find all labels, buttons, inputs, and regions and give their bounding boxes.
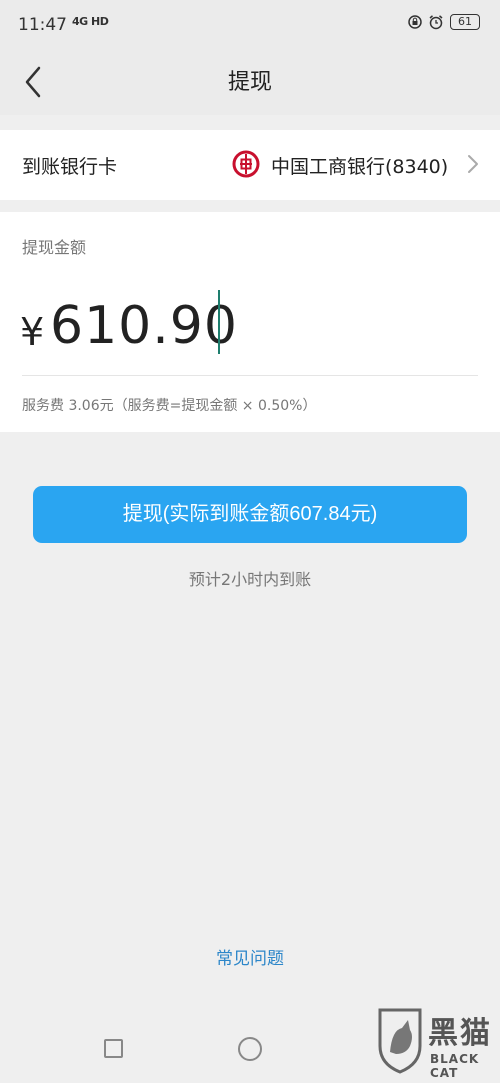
amount-input[interactable]: 610.90 xyxy=(50,296,238,356)
bank-name: 中国工商银行(8340) xyxy=(271,156,449,178)
divider xyxy=(22,375,478,376)
alarm-icon xyxy=(429,15,443,30)
network-indicator: 4G HD xyxy=(72,15,109,28)
icbc-logo-icon xyxy=(232,150,260,178)
title-bar: 提现 xyxy=(0,50,500,115)
page-title: 提现 xyxy=(227,70,272,95)
status-bar: 11:47 4G HD 61 xyxy=(0,0,500,50)
bank-card-selector[interactable]: 到账银行卡 中国工商银行(8340) xyxy=(0,130,500,200)
withdraw-button[interactable]: 提现(实际到账金额607.84元) xyxy=(33,486,467,543)
text-cursor xyxy=(218,290,220,354)
status-icons: 61 xyxy=(408,14,480,30)
faq-link[interactable]: 常见问题 xyxy=(0,944,500,969)
watermark-title: 黑猫 xyxy=(428,1016,492,1051)
bank-card-label: 到账银行卡 xyxy=(22,156,118,178)
cat-logo-icon xyxy=(378,1008,422,1074)
watermark: 黑猫 BLACK CAT xyxy=(372,1000,500,1083)
lock-icon xyxy=(408,15,422,29)
amount-label: 提现金额 xyxy=(22,238,87,257)
watermark-subtitle: BLACK CAT xyxy=(430,1052,480,1080)
recent-apps-button[interactable] xyxy=(104,1039,123,1058)
chevron-right-icon xyxy=(468,155,478,173)
service-fee-text: 服务费 3.06元（服务费=提现金额 × 0.50%） xyxy=(22,398,317,414)
status-time: 11:47 xyxy=(18,15,67,35)
arrival-estimate: 预计2小时内到账 xyxy=(188,570,312,589)
currency-symbol: ¥ xyxy=(20,310,45,354)
battery-indicator: 61 xyxy=(450,14,480,30)
home-button[interactable] xyxy=(238,1037,262,1061)
amount-section: 提现金额 ¥ 610.90 服务费 3.06元（服务费=提现金额 × 0.50%… xyxy=(0,212,500,432)
